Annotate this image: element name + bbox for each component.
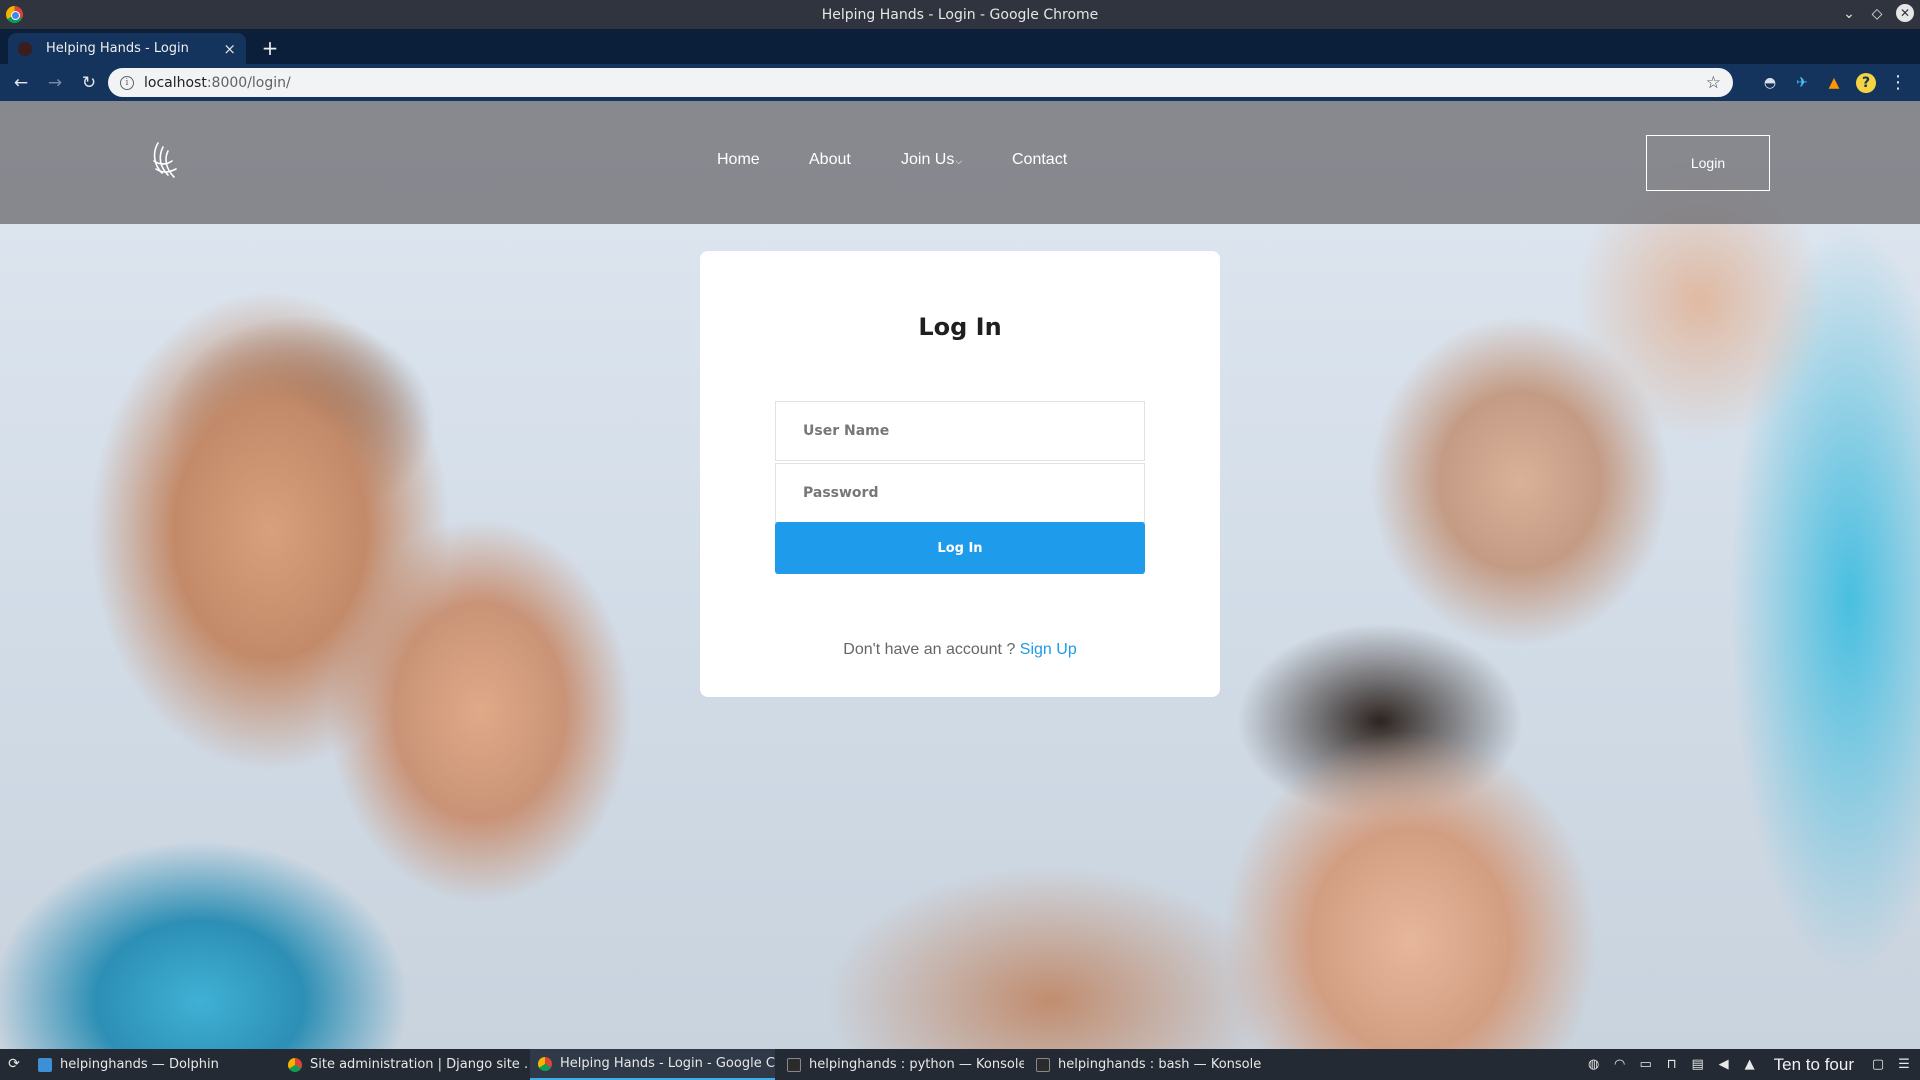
panel-options-icon[interactable]: ☰ bbox=[1896, 1057, 1912, 1073]
folder-icon bbox=[38, 1057, 52, 1072]
address-bar[interactable]: i localhost:8000/login/ ☆ bbox=[108, 68, 1733, 97]
browser-toolbar: ← → ↻ i localhost:8000/login/ ☆ ◓ ✈ ▲ ? … bbox=[0, 64, 1920, 101]
site-navbar: Home About Join Us⌵ Contact Login bbox=[0, 101, 1920, 224]
lock-icon[interactable]: ⊓ bbox=[1664, 1057, 1680, 1073]
chrome-icon bbox=[538, 1056, 552, 1071]
cone-extension-icon[interactable]: ▲ bbox=[1824, 73, 1844, 93]
taskbar-item-label: helpinghands : python — Konsole bbox=[809, 1057, 1024, 1072]
chrome-menu-icon[interactable]: ⋮ bbox=[1888, 72, 1908, 93]
os-taskbar: ⟳ helpinghands — Dolphin Site administra… bbox=[0, 1049, 1920, 1080]
nav-join-us[interactable]: Join Us⌵ bbox=[901, 151, 962, 169]
login-card: Log In Log In Don't have an account ? Si… bbox=[700, 251, 1220, 697]
taskbar-item-konsole-bash[interactable]: helpinghands : bash — Konsole bbox=[1028, 1049, 1278, 1080]
updates-icon[interactable]: ◍ bbox=[1586, 1057, 1602, 1073]
tab-close-icon[interactable]: × bbox=[223, 40, 236, 58]
taskbar-item-konsole-python[interactable]: helpinghands : python — Konsole bbox=[779, 1049, 1024, 1080]
chrome-app-icon bbox=[6, 6, 23, 23]
system-tray: ◍ ◠ ▭ ⊓ ▤ ◀ ▲ Ten to four ▢ ☰ bbox=[1586, 1049, 1912, 1080]
taskbar-item-django-admin[interactable]: Site administration | Django site ... bbox=[280, 1049, 528, 1080]
tray-expand-icon[interactable]: ▲ bbox=[1742, 1057, 1758, 1073]
plane-extension-icon[interactable]: ✈ bbox=[1792, 73, 1812, 93]
chrome-icon bbox=[288, 1057, 302, 1072]
app-launcher-icon[interactable]: ⟳ bbox=[6, 1056, 22, 1072]
tab-strip: Helping Hands - Login × + bbox=[0, 29, 1920, 64]
taskbar-item-label: helpinghands : bash — Konsole bbox=[1058, 1057, 1262, 1072]
url-path: :8000/login/ bbox=[206, 74, 291, 91]
chevron-down-icon: ⌵ bbox=[955, 156, 963, 166]
show-desktop-icon[interactable]: ▢ bbox=[1870, 1057, 1886, 1073]
nav-home[interactable]: Home bbox=[717, 151, 760, 169]
nav-login-button[interactable]: Login bbox=[1646, 135, 1770, 191]
site-favicon-icon bbox=[18, 41, 32, 56]
volume-icon[interactable]: ◀ bbox=[1716, 1057, 1732, 1073]
login-title: Log In bbox=[918, 313, 1002, 341]
back-arrow-icon[interactable]: ← bbox=[8, 70, 34, 96]
window-title: Helping Hands - Login - Google Chrome bbox=[821, 6, 1099, 23]
nav-contact[interactable]: Contact bbox=[1012, 151, 1067, 169]
password-field-wrapper bbox=[775, 463, 1145, 523]
signup-prompt-text: Don't have an account ? bbox=[843, 641, 1020, 658]
url-host: localhost bbox=[144, 74, 207, 91]
new-tab-button[interactable]: + bbox=[258, 36, 282, 60]
clipboard-icon[interactable]: ▤ bbox=[1690, 1057, 1706, 1073]
maximize-icon[interactable]: ◇ bbox=[1868, 4, 1886, 24]
close-window-icon[interactable]: ✕ bbox=[1896, 4, 1914, 22]
login-submit-button[interactable]: Log In bbox=[775, 522, 1145, 574]
nav-links: Home About Join Us⌵ Contact bbox=[0, 151, 1920, 173]
bookmark-star-icon[interactable]: ☆ bbox=[1706, 73, 1721, 93]
reload-icon[interactable]: ↻ bbox=[76, 70, 102, 96]
signup-link[interactable]: Sign Up bbox=[1020, 641, 1077, 658]
username-input[interactable] bbox=[803, 402, 1144, 460]
minimize-icon[interactable]: ⌄ bbox=[1840, 4, 1858, 24]
clock[interactable]: Ten to four bbox=[1774, 1055, 1854, 1075]
page-viewport: Home About Join Us⌵ Contact Login Log In… bbox=[0, 101, 1920, 1049]
extension-icons: ◓ ✈ ▲ ? ⋮ bbox=[1760, 68, 1920, 97]
signup-prompt: Don't have an account ? Sign Up bbox=[700, 641, 1220, 659]
window-titlebar: Helping Hands - Login - Google Chrome ⌄ … bbox=[0, 0, 1920, 29]
url-text[interactable]: localhost:8000/login/ bbox=[144, 75, 1706, 91]
nav-join-us-label: Join Us bbox=[901, 151, 955, 168]
terminal-icon bbox=[787, 1057, 801, 1072]
nav-about[interactable]: About bbox=[809, 151, 851, 169]
taskbar-item-label: helpinghands — Dolphin bbox=[60, 1057, 219, 1072]
wifi-icon[interactable]: ◠ bbox=[1612, 1057, 1628, 1073]
username-field-wrapper bbox=[775, 401, 1145, 461]
window-controls: ⌄ ◇ ✕ bbox=[1840, 4, 1914, 24]
terminal-icon bbox=[1036, 1057, 1050, 1072]
password-input[interactable] bbox=[803, 464, 1144, 522]
taskbar-item-dolphin[interactable]: helpinghands — Dolphin bbox=[30, 1049, 275, 1080]
incognito-extension-icon[interactable]: ◓ bbox=[1760, 73, 1780, 93]
taskbar-item-label: Site administration | Django site ... bbox=[310, 1057, 528, 1072]
battery-icon[interactable]: ▭ bbox=[1638, 1057, 1654, 1073]
taskbar-item-label: Helping Hands - Login - Google C... bbox=[560, 1056, 775, 1071]
forward-arrow-icon[interactable]: → bbox=[42, 70, 68, 96]
tab-title: Helping Hands - Login bbox=[46, 41, 189, 56]
taskbar-item-chrome-login[interactable]: Helping Hands - Login - Google C... bbox=[530, 1049, 775, 1080]
browser-tab-active[interactable]: Helping Hands - Login × bbox=[8, 33, 246, 64]
help-extension-icon[interactable]: ? bbox=[1856, 72, 1876, 93]
site-info-icon[interactable]: i bbox=[120, 75, 134, 90]
